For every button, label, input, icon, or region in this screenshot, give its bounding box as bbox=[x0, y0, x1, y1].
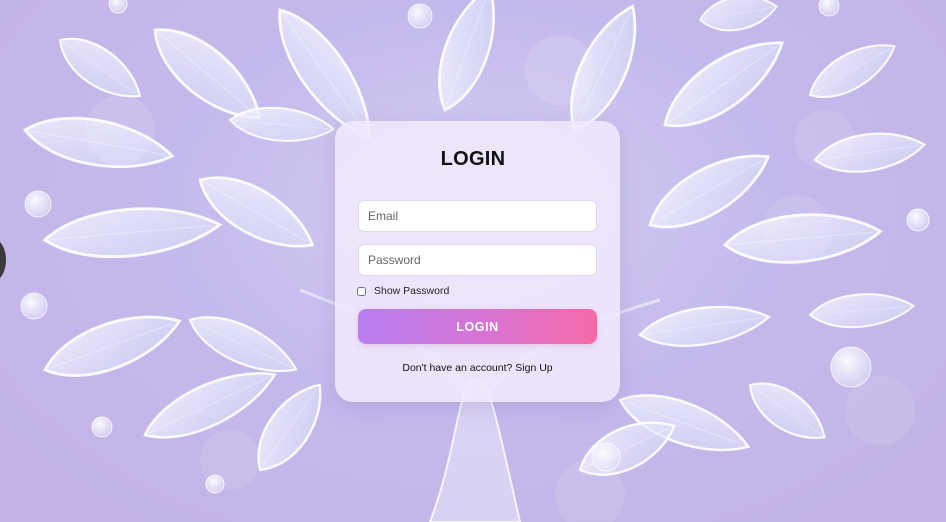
password-field[interactable] bbox=[358, 244, 597, 276]
show-password-label: Show Password bbox=[374, 285, 450, 297]
email-field[interactable] bbox=[358, 200, 597, 232]
signup-prompt-row: Don't have an account? Sign Up bbox=[335, 362, 620, 374]
signup-prompt-text: Don't have an account? bbox=[402, 362, 513, 374]
show-password-checkbox[interactable] bbox=[357, 286, 366, 296]
login-button[interactable]: LOGIN bbox=[358, 309, 597, 344]
show-password-row[interactable]: Show Password bbox=[357, 285, 449, 297]
login-title: LOGIN bbox=[440, 148, 506, 170]
login-page: LOGIN Show Password LOGIN Don't have an … bbox=[0, 0, 946, 522]
signup-link[interactable]: Sign Up bbox=[515, 362, 552, 374]
